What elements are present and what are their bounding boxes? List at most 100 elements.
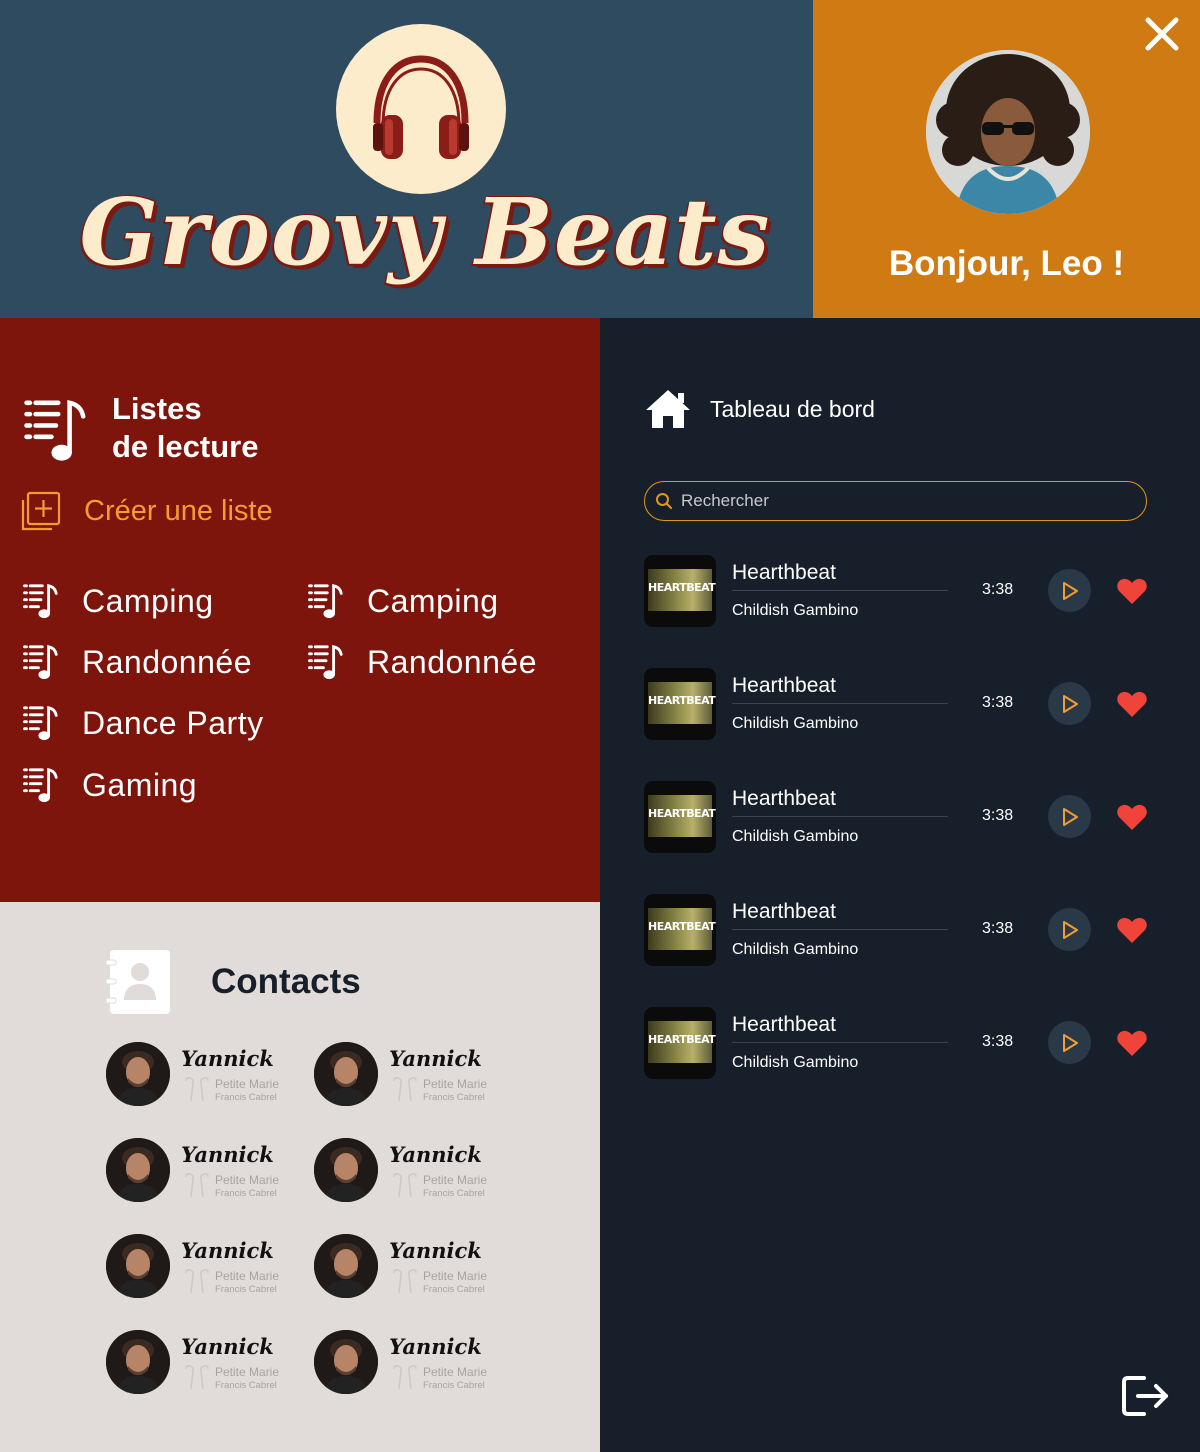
track-duration: 3:38 [982, 581, 1014, 598]
album-cover: HEARTBEAT [644, 668, 716, 740]
create-playlist-button[interactable]: Créer une liste [20, 490, 273, 532]
play-button[interactable] [1048, 682, 1091, 725]
playlist-label: Dance Party [82, 704, 264, 741]
earphones-icon [390, 1077, 420, 1107]
track-artist: Childish Gambino [732, 941, 859, 958]
track-row[interactable]: HEARTBEAT Hearthbeat Childish Gambino 3:38 [644, 1007, 1154, 1081]
album-cover: HEARTBEAT [644, 555, 716, 627]
playlist-item-randonnee-2[interactable]: Randonnée [307, 643, 537, 681]
contacts-panel: Contacts Yannick Petite Marie Francis Cabr… [0, 902, 600, 1452]
contact-song: Petite Marie [215, 1173, 280, 1187]
contact-item[interactable]: Yannick Petite Marie Francis Cabrel [106, 1042, 306, 1108]
playlists-title-line2: de lecture [112, 429, 259, 464]
avatar [106, 1138, 170, 1202]
favorite-button[interactable] [1116, 690, 1148, 722]
greeting: Bonjour, Leo ! [888, 244, 1125, 283]
earphones-icon [390, 1269, 420, 1299]
contact-name: Yannick [389, 1334, 482, 1359]
search-icon [656, 493, 672, 509]
playlist-music-icon [308, 584, 343, 619]
cover-text: HEARTBEAT [648, 920, 716, 933]
logout-button[interactable] [1120, 1372, 1172, 1424]
cover-text: HEARTBEAT [648, 1033, 716, 1046]
contact-song: Petite Marie [423, 1269, 488, 1283]
track-title: Hearthbeat [732, 900, 836, 923]
contact-item[interactable]: Yannick Petite Marie Francis Cabrel [106, 1330, 306, 1396]
search-bar[interactable] [644, 481, 1147, 521]
play-icon [1062, 920, 1078, 939]
track-artist: Childish Gambino [732, 1054, 859, 1071]
track-duration: 3:38 [982, 1033, 1014, 1050]
contact-song: Petite Marie [423, 1173, 488, 1187]
track-artist: Childish Gambino [732, 602, 859, 619]
playlist-item-camping[interactable]: Camping [22, 582, 214, 620]
playlist-music-icon [23, 768, 58, 803]
track-duration: 3:38 [982, 694, 1014, 711]
contact-item[interactable]: Yannick Petite Marie Francis Cabrel [106, 1234, 306, 1300]
search-input[interactable] [681, 491, 1121, 511]
logout-icon [1122, 1376, 1168, 1416]
user-photo [926, 50, 1090, 214]
playlist-label: Camping [82, 582, 214, 619]
playlist-music-icon [23, 584, 58, 619]
track-row[interactable]: HEARTBEAT Hearthbeat Childish Gambino 3:38 [644, 668, 1154, 742]
playlist-item-gaming[interactable]: Gaming [22, 766, 197, 804]
main-panel: Tableau de bord HEARTBEAT Hearthbeat Child… [600, 318, 1200, 1452]
close-button[interactable] [1142, 14, 1182, 54]
track-row[interactable]: HEARTBEAT Hearthbeat Childish Gambino 3:38 [644, 781, 1154, 855]
track-artist: Childish Gambino [732, 715, 859, 732]
favorite-button[interactable] [1116, 803, 1148, 835]
heart-icon [1117, 691, 1147, 717]
divider [732, 929, 948, 930]
playlist-label: Gaming [82, 766, 198, 803]
play-button[interactable] [1048, 795, 1091, 838]
contact-name: Yannick [181, 1046, 274, 1071]
track-title: Hearthbeat [732, 561, 836, 584]
track-row[interactable]: HEARTBEAT Hearthbeat Childish Gambino 3:38 [644, 894, 1154, 968]
play-icon [1062, 694, 1078, 713]
user-avatar[interactable] [926, 50, 1090, 214]
contact-item[interactable]: Yannick Petite Marie Francis Cabrel [106, 1138, 306, 1204]
contact-item[interactable]: Yannick Petite Marie Francis Cabrel [314, 1234, 514, 1300]
track-artist: Childish Gambino [732, 828, 859, 845]
dashboard-link[interactable]: Tableau de bord [644, 388, 875, 430]
play-button[interactable] [1048, 908, 1091, 951]
track-duration: 3:38 [982, 807, 1014, 824]
play-icon [1062, 807, 1078, 826]
playlists-panel: Listes de lecture Créer une liste Campin… [0, 318, 600, 902]
divider [732, 816, 948, 817]
avatar [106, 1330, 170, 1394]
playlist-item-camping-2[interactable]: Camping [307, 582, 499, 620]
play-button[interactable] [1048, 1021, 1091, 1064]
avatar [314, 1330, 378, 1394]
favorite-button[interactable] [1116, 916, 1148, 948]
track-title: Hearthbeat [732, 787, 836, 810]
user-header: Bonjour, Leo ! [813, 0, 1200, 318]
avatar [314, 1042, 378, 1106]
favorite-button[interactable] [1116, 1029, 1148, 1061]
contact-item[interactable]: Yannick Petite Marie Francis Cabrel [314, 1138, 514, 1204]
playlist-item-dance-party[interactable]: Dance Party [22, 704, 264, 742]
contact-artist: Francis Cabrel [215, 1188, 277, 1199]
contact-name: Yannick [181, 1238, 274, 1263]
playlist-label: Randonnée [82, 643, 252, 680]
playlist-item-randonnee[interactable]: Randonnée [22, 643, 252, 681]
playlist-music-icon [308, 645, 343, 680]
contact-artist: Francis Cabrel [215, 1092, 277, 1103]
favorite-button[interactable] [1116, 577, 1148, 609]
contact-artist: Francis Cabrel [215, 1284, 277, 1295]
play-button[interactable] [1048, 569, 1091, 612]
track-row[interactable]: HEARTBEAT Hearthbeat Childish Gambino 3:38 [644, 555, 1154, 629]
playlist-music-icon [24, 400, 86, 461]
album-cover: HEARTBEAT [644, 781, 716, 853]
contact-book-icon [105, 950, 170, 1014]
contact-item[interactable]: Yannick Petite Marie Francis Cabrel [314, 1042, 514, 1108]
heart-icon [1117, 1030, 1147, 1056]
brand-header: Groovy Beats [0, 0, 813, 318]
playlists-title-line1: Listes [112, 391, 202, 426]
avatar [106, 1234, 170, 1298]
avatar [314, 1138, 378, 1202]
contact-name: Yannick [181, 1142, 274, 1167]
contact-item[interactable]: Yannick Petite Marie Francis Cabrel [314, 1330, 514, 1396]
divider [732, 590, 948, 591]
